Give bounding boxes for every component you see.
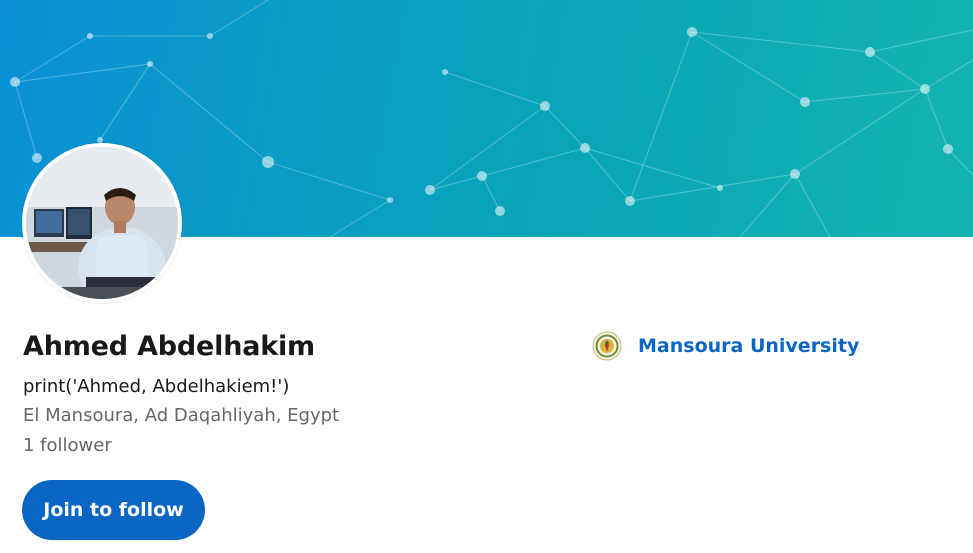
profile-name: Ahmed Abdelhakim [23, 331, 315, 362]
profile-location: El Mansoura, Ad Daqahliyah, Egypt [23, 405, 340, 426]
profile-photo[interactable] [22, 143, 182, 303]
university-seal-icon [592, 331, 622, 361]
follower-count: 1 follower [23, 435, 112, 456]
education-link[interactable]: Mansoura University [592, 329, 859, 363]
profile-headline: print('Ahmed, Abdelhakiem!') [23, 376, 290, 397]
education-school-name[interactable]: Mansoura University [638, 335, 859, 357]
profile-photo-image [26, 147, 178, 299]
join-to-follow-button[interactable]: Join to follow [22, 480, 205, 540]
